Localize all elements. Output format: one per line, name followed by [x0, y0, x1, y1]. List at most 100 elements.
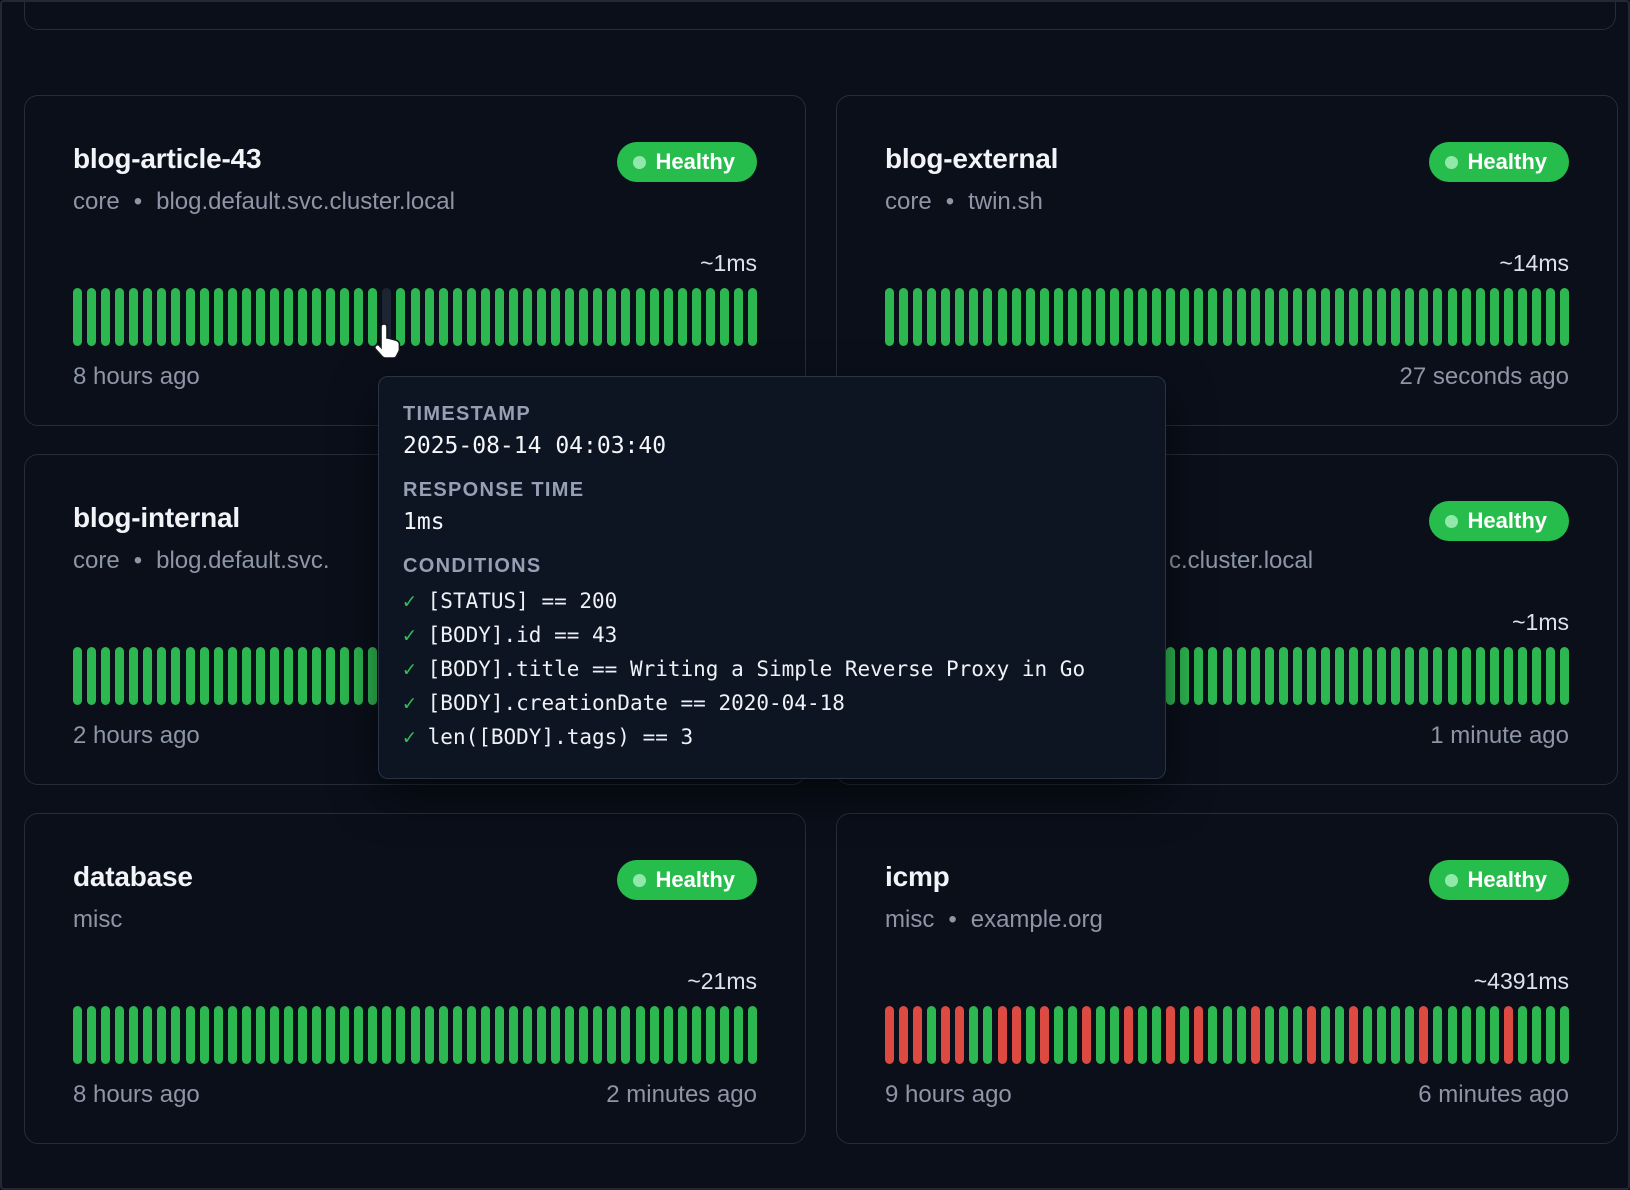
uptime-bar[interactable]: [636, 1006, 645, 1064]
uptime-bar[interactable]: [885, 288, 894, 346]
uptime-bar[interactable]: [1335, 647, 1344, 705]
uptime-bar[interactable]: [748, 1006, 757, 1064]
uptime-bar[interactable]: [214, 1006, 223, 1064]
uptime-bar[interactable]: [101, 1006, 110, 1064]
uptime-bar[interactable]: [326, 1006, 335, 1064]
uptime-bar[interactable]: [171, 647, 180, 705]
uptime-bar[interactable]: [1068, 1006, 1077, 1064]
uptime-bar[interactable]: [87, 647, 96, 705]
uptime-bar[interactable]: [171, 288, 180, 346]
uptime-bar[interactable]: [1279, 288, 1288, 346]
uptime-bar[interactable]: [453, 1006, 462, 1064]
uptime-bar[interactable]: [368, 288, 377, 346]
uptime-bar[interactable]: [1265, 1006, 1274, 1064]
uptime-bar[interactable]: [927, 1006, 936, 1064]
uptime-bar[interactable]: [1251, 288, 1260, 346]
uptime-bar[interactable]: [1279, 647, 1288, 705]
uptime-bar[interactable]: [1194, 647, 1203, 705]
uptime-bar[interactable]: [607, 288, 616, 346]
uptime-bar[interactable]: [439, 288, 448, 346]
uptime-bar[interactable]: [1138, 1006, 1147, 1064]
uptime-bar[interactable]: [523, 288, 532, 346]
uptime-bar[interactable]: [1293, 288, 1302, 346]
uptime-bar[interactable]: [270, 1006, 279, 1064]
uptime-bar[interactable]: [439, 1006, 448, 1064]
uptime-bar[interactable]: [1208, 647, 1217, 705]
uptime-bar[interactable]: [1448, 1006, 1457, 1064]
uptime-bar[interactable]: [678, 288, 687, 346]
uptime-bar[interactable]: [913, 1006, 922, 1064]
uptime-bar[interactable]: [1152, 288, 1161, 346]
uptime-bar[interactable]: [1377, 1006, 1386, 1064]
uptime-bar[interactable]: [1419, 1006, 1428, 1064]
uptime-bar[interactable]: [256, 288, 265, 346]
uptime-bar[interactable]: [382, 1006, 391, 1064]
uptime-bar[interactable]: [969, 288, 978, 346]
uptime-bar[interactable]: [115, 647, 124, 705]
uptime-bar[interactable]: [1040, 1006, 1049, 1064]
uptime-bar[interactable]: [87, 288, 96, 346]
uptime-bar[interactable]: [1279, 1006, 1288, 1064]
uptime-bar[interactable]: [1490, 647, 1499, 705]
uptime-bar[interactable]: [1532, 288, 1541, 346]
uptime-bar[interactable]: [368, 1006, 377, 1064]
uptime-bar[interactable]: [1180, 1006, 1189, 1064]
uptime-bar[interactable]: [998, 288, 1007, 346]
uptime-bar[interactable]: [1518, 647, 1527, 705]
uptime-bar[interactable]: [1208, 288, 1217, 346]
uptime-bar[interactable]: [1012, 1006, 1021, 1064]
uptime-bar[interactable]: [157, 647, 166, 705]
uptime-bar[interactable]: [1448, 647, 1457, 705]
uptime-bar[interactable]: [927, 288, 936, 346]
uptime-bar[interactable]: [692, 1006, 701, 1064]
uptime-bar[interactable]: [1166, 1006, 1175, 1064]
uptime-bar[interactable]: [298, 647, 307, 705]
uptime-bar[interactable]: [885, 1006, 894, 1064]
uptime-bar[interactable]: [1082, 1006, 1091, 1064]
card-database[interactable]: database misc Healthy ~21ms 8 hours ago …: [24, 813, 806, 1144]
uptime-bar[interactable]: [340, 647, 349, 705]
uptime-bar[interactable]: [214, 647, 223, 705]
uptime-bar[interactable]: [537, 288, 546, 346]
uptime-bar[interactable]: [1110, 1006, 1119, 1064]
uptime-bar[interactable]: [115, 288, 124, 346]
uptime-bar[interactable]: [73, 1006, 82, 1064]
uptime-bar[interactable]: [1012, 288, 1021, 346]
uptime-bar[interactable]: [1476, 647, 1485, 705]
uptime-bar[interactable]: [1448, 288, 1457, 346]
uptime-bar[interactable]: [101, 647, 110, 705]
uptime-bar[interactable]: [1124, 1006, 1133, 1064]
uptime-bar[interactable]: [1391, 1006, 1400, 1064]
uptime-bar[interactable]: [1152, 1006, 1161, 1064]
uptime-bar[interactable]: [706, 288, 715, 346]
uptime-bar[interactable]: [621, 288, 630, 346]
uptime-bar[interactable]: [1068, 288, 1077, 346]
uptime-bar[interactable]: [1265, 647, 1274, 705]
uptime-bar[interactable]: [1560, 647, 1569, 705]
uptime-bar[interactable]: [171, 1006, 180, 1064]
uptime-bar[interactable]: [382, 288, 391, 346]
uptime-bar[interactable]: [129, 1006, 138, 1064]
uptime-bar[interactable]: [955, 288, 964, 346]
uptime-bar[interactable]: [186, 1006, 195, 1064]
uptime-bar[interactable]: [143, 1006, 152, 1064]
uptime-bar[interactable]: [1419, 288, 1428, 346]
uptime-bar[interactable]: [1321, 1006, 1330, 1064]
uptime-bar[interactable]: [621, 1006, 630, 1064]
uptime-bar[interactable]: [481, 288, 490, 346]
uptime-bar[interactable]: [1405, 1006, 1414, 1064]
uptime-bar[interactable]: [115, 1006, 124, 1064]
uptime-bar[interactable]: [551, 1006, 560, 1064]
uptime-bar[interactable]: [1040, 288, 1049, 346]
uptime-bar[interactable]: [340, 288, 349, 346]
uptime-bar[interactable]: [1293, 1006, 1302, 1064]
uptime-bar[interactable]: [284, 288, 293, 346]
uptime-bar[interactable]: [1391, 647, 1400, 705]
uptime-bar[interactable]: [1532, 1006, 1541, 1064]
uptime-bar[interactable]: [1237, 288, 1246, 346]
uptime-bar[interactable]: [983, 288, 992, 346]
uptime-bar[interactable]: [129, 288, 138, 346]
uptime-bar[interactable]: [1026, 288, 1035, 346]
uptime-bar[interactable]: [1026, 1006, 1035, 1064]
uptime-bar[interactable]: [1223, 647, 1232, 705]
